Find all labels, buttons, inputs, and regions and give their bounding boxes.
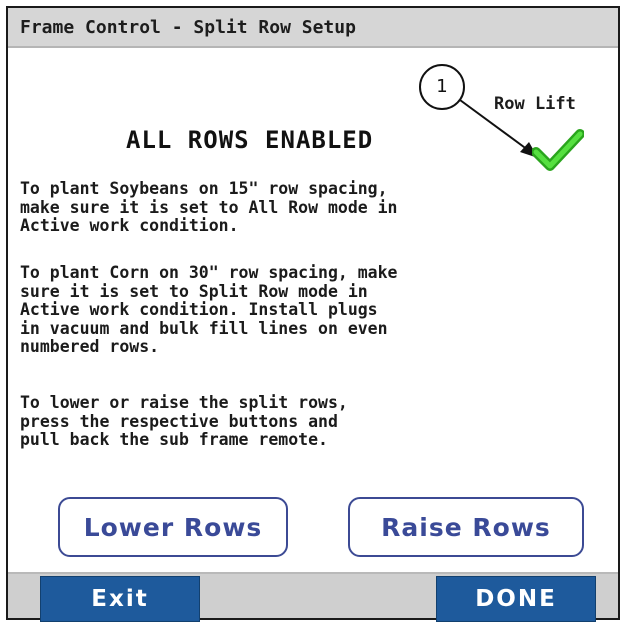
frame-control-window: Frame Control - Split Row Setup 1 Row Li…	[6, 6, 620, 622]
title-bar: Frame Control - Split Row Setup	[8, 8, 618, 48]
lower-raise-instructions: To lower or raise the split rows, press …	[20, 393, 348, 449]
callout-number: 1	[419, 64, 465, 110]
row-lift-label: Row Lift	[494, 94, 576, 114]
lower-rows-button[interactable]: Lower Rows	[58, 497, 288, 557]
corn-instructions: To plant Corn on 30" row spacing, make s…	[20, 263, 398, 356]
raise-rows-button[interactable]: Raise Rows	[348, 497, 584, 557]
soybean-instructions: To plant Soybeans on 15" row spacing, ma…	[20, 179, 398, 235]
row-status: ALL ROWS ENABLED	[126, 126, 374, 154]
window-title: Frame Control - Split Row Setup	[20, 17, 356, 38]
footer-bar: Exit DONE	[8, 572, 618, 622]
exit-button[interactable]: Exit	[40, 576, 200, 622]
check-icon	[532, 129, 584, 171]
done-button[interactable]: DONE	[436, 576, 596, 622]
